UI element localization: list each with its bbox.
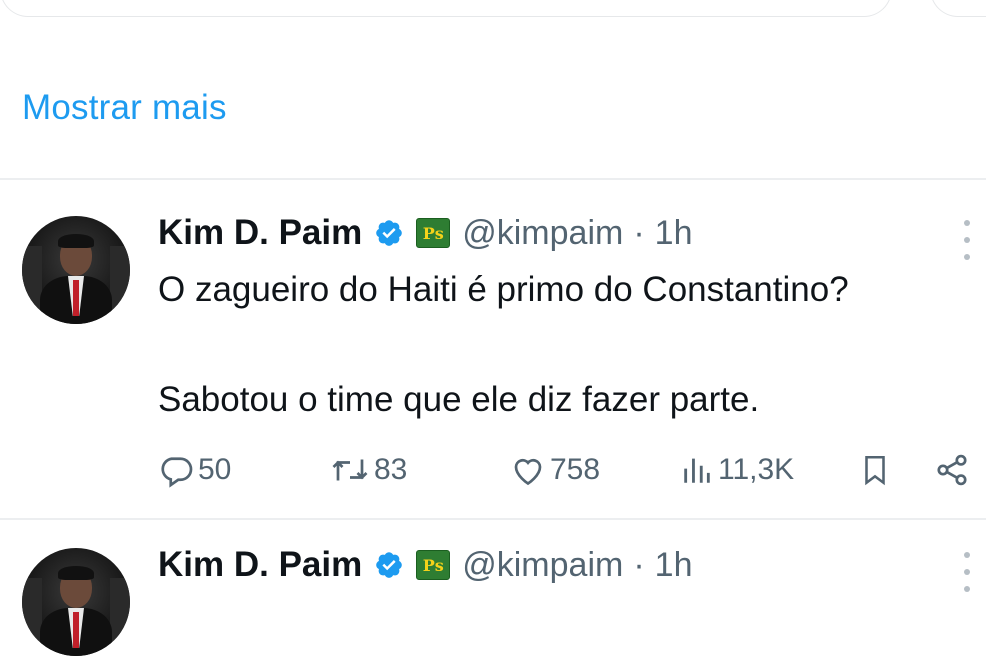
- tweet-actions: 50 83 758 11,3K: [158, 448, 978, 492]
- verified-badge-icon: [376, 220, 403, 246]
- reply-icon: [161, 457, 193, 488]
- heart-icon: [514, 458, 542, 486]
- separator: ·: [633, 213, 645, 252]
- previous-card-edge: [930, 0, 986, 17]
- author-handle[interactable]: @kimpaim: [462, 214, 623, 253]
- more-options-icon[interactable]: [962, 552, 972, 592]
- retweet-count: 83: [374, 453, 408, 486]
- like-count: 758: [550, 453, 601, 486]
- previous-card: [0, 0, 892, 17]
- timestamp[interactable]: 1h: [655, 214, 693, 253]
- verified-badge-icon: [376, 552, 403, 578]
- share-icon: [937, 454, 967, 486]
- bookmark-button[interactable]: [858, 448, 892, 492]
- tweet-header: Kim D. Paim Ps @kimpaim · 1h: [158, 540, 692, 590]
- tweet-header: Kim D. Paim Ps @kimpaim · 1h: [158, 208, 692, 258]
- avatar[interactable]: [22, 216, 130, 324]
- views-button[interactable]: 11,3K: [680, 448, 794, 492]
- bookmark-icon: [865, 455, 885, 486]
- author-name[interactable]: Kim D. Paim: [158, 545, 362, 585]
- author-name[interactable]: Kim D. Paim: [158, 213, 362, 253]
- more-options-icon[interactable]: [962, 220, 972, 260]
- separator: ·: [633, 545, 645, 584]
- reply-count: 50: [198, 453, 232, 486]
- affiliate-badge-icon: Ps: [416, 218, 451, 248]
- tweet[interactable]: Kim D. Paim Ps @kimpaim · 1h O zagueiro …: [0, 180, 986, 518]
- avatar[interactable]: [22, 548, 130, 656]
- retweet-icon: [332, 459, 368, 481]
- like-button[interactable]: 758: [510, 448, 600, 492]
- retweet-button[interactable]: 83: [330, 448, 407, 492]
- share-button[interactable]: [934, 448, 970, 492]
- show-more-link[interactable]: Mostrar mais: [22, 88, 227, 128]
- tweet-text-line: Sabotou o time que ele diz fazer parte.: [158, 380, 760, 419]
- analytics-icon: [684, 458, 710, 483]
- tweet[interactable]: Kim D. Paim Ps @kimpaim · 1h: [0, 512, 986, 656]
- reply-button[interactable]: 50: [158, 448, 231, 492]
- tweet-text-line: O zagueiro do Haiti é primo do Constanti…: [158, 270, 849, 309]
- timestamp[interactable]: 1h: [655, 546, 693, 585]
- affiliate-badge-icon: Ps: [416, 550, 451, 580]
- view-count: 11,3K: [718, 453, 795, 486]
- author-handle[interactable]: @kimpaim: [462, 546, 623, 585]
